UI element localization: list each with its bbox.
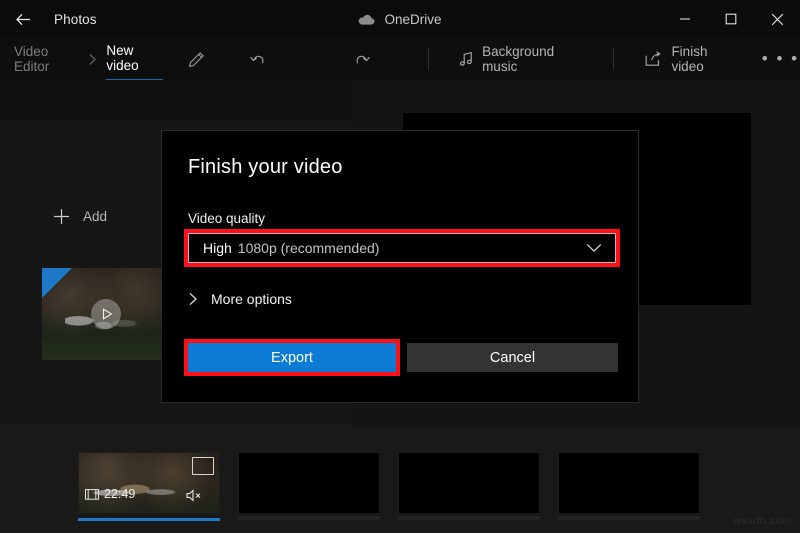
add-media-label: Add (83, 209, 108, 224)
export-button[interactable]: Export (188, 343, 396, 372)
storyboard-cells: 22:49 (78, 452, 700, 521)
finish-video-label: Finish video (671, 44, 708, 74)
breadcrumb-video-editor[interactable]: Video Editor (14, 44, 79, 74)
play-icon[interactable] (91, 299, 121, 329)
library-media-thumbnail[interactable] (42, 268, 170, 360)
storyboard-timeline: 22:49 (0, 425, 800, 533)
clip-selected-underline (78, 518, 220, 521)
selection-checkbox[interactable] (192, 457, 214, 475)
undo-icon[interactable] (238, 38, 277, 80)
breadcrumb-new-video[interactable]: New video (106, 37, 163, 81)
plus-icon (52, 207, 71, 226)
storyboard-clip-2[interactable] (238, 452, 380, 520)
clip-duration-group: 22:49 (85, 487, 135, 501)
toolbar-divider-2 (612, 48, 614, 70)
storyboard-clip-3[interactable] (398, 452, 540, 520)
video-quality-dropdown[interactable]: High 1080p (recommended) (188, 233, 616, 263)
project-library-header (0, 80, 352, 120)
app-title: Photos (54, 11, 97, 27)
quality-value-detail: 1080p (recommended) (237, 240, 380, 256)
video-quality-label: Video quality (188, 211, 266, 226)
watermark: wsxdn.com (733, 515, 792, 527)
clip-shadow-2 (238, 516, 380, 520)
cancel-button[interactable]: Cancel (407, 343, 618, 372)
onedrive-label: OneDrive (384, 11, 442, 27)
export-button-highlight: Export (184, 339, 400, 376)
selection-corner-marker (42, 268, 72, 298)
window-controls (662, 0, 800, 38)
close-icon[interactable] (754, 0, 800, 38)
back-arrow-icon[interactable] (0, 0, 46, 38)
dialog-title: Finish your video (188, 156, 343, 178)
finish-your-video-dialog: Finish your video Video quality High 108… (161, 130, 639, 403)
overflow-menu-button[interactable]: • • • (761, 38, 800, 80)
video-quality-highlight: High 1080p (recommended) (184, 229, 620, 267)
command-bar: Video Editor New video Background music … (0, 37, 800, 81)
pencil-icon[interactable] (177, 38, 216, 80)
background-music-label: Background music (482, 44, 555, 74)
title-bar: Photos OneDrive (0, 0, 800, 38)
photos-video-editor-window: Photos OneDrive Video Editor New video B… (0, 0, 800, 533)
add-media-button[interactable]: Add (52, 207, 107, 226)
clip-shadow-3 (398, 516, 540, 520)
cloud-icon (358, 13, 375, 26)
more-options-toggle[interactable]: More options (188, 291, 292, 307)
more-options-label: More options (211, 291, 292, 307)
chevron-right-icon (88, 53, 97, 66)
finish-video-button[interactable]: Finish video (633, 38, 744, 80)
quality-value-primary: High (203, 240, 232, 256)
speaker-mute-icon[interactable] (186, 489, 202, 502)
chevron-right-icon (188, 292, 198, 306)
storyboard-empty-slot-2 (238, 452, 380, 514)
share-export-icon (645, 51, 663, 67)
storyboard-clip-4[interactable] (558, 452, 700, 520)
toolbar-divider (428, 48, 430, 70)
storyboard-empty-slot-4 (558, 452, 700, 514)
maximize-icon[interactable] (708, 0, 754, 38)
background-music-button[interactable]: Background music (447, 38, 590, 80)
redo-icon[interactable] (343, 38, 382, 80)
music-note-icon (459, 51, 474, 67)
minimize-icon[interactable] (662, 0, 708, 38)
storyboard-empty-slot-3 (398, 452, 540, 514)
film-strip-icon (85, 488, 99, 500)
clip-shadow-4 (558, 516, 700, 520)
clip-duration-label: 22:49 (104, 487, 136, 501)
chevron-down-icon[interactable] (586, 243, 602, 253)
storyboard-clip-1[interactable]: 22:49 (78, 452, 220, 521)
